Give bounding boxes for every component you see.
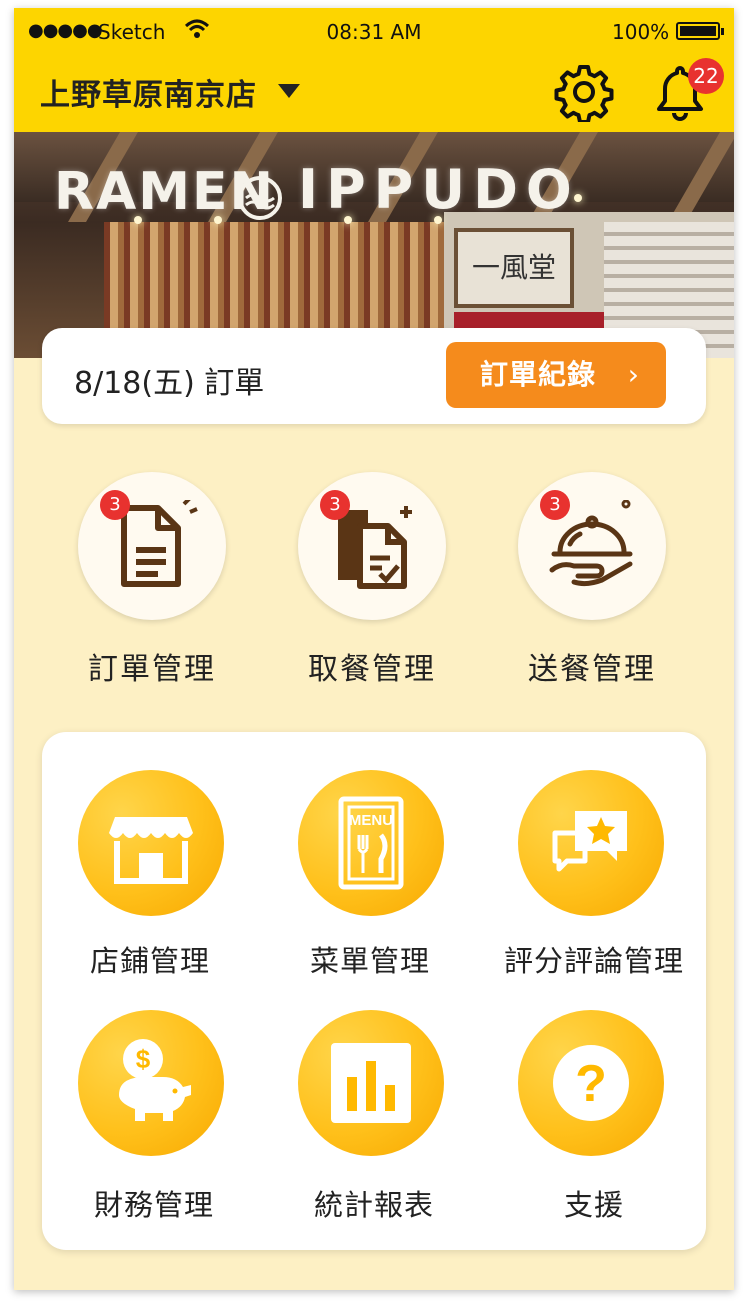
menu-card-text: MENU [349,812,393,829]
store-banner-image: 一風堂 RAMEN IPPUDO [14,132,734,358]
support-label: 支援 [563,1188,624,1222]
chevron-right-icon: › [627,358,640,391]
notification-badge: 22 [688,58,724,94]
delivery-management-label: 送餐管理 [528,652,656,687]
finance-management-label: 財務管理 [93,1188,214,1222]
wave-logo-icon [238,176,282,220]
clock: 08:31 AM [326,20,422,44]
wifi-icon [184,19,210,38]
store-management-label: 店鋪管理 [89,944,210,978]
chevron-down-icon[interactable] [278,84,300,98]
help-icon: ? [553,1045,629,1121]
storefront-icon [109,817,193,884]
order-history-label: 訂單紀錄 [480,358,597,391]
review-management-button[interactable] [518,770,664,916]
gear-icon[interactable] [554,62,614,122]
statistics-report-button[interactable] [298,1010,444,1156]
banner-sign-ippudo: IPPUDO [298,158,580,221]
top-bar: ●●●●● Sketch 08:31 AM 100% 上野草原南京店 22 [14,8,734,132]
menu-management-button[interactable]: MENU [298,770,444,916]
signal-dots: ●●●●● [28,20,103,41]
pickup-management-button[interactable] [298,472,446,620]
app-screen: ●●●●● Sketch 08:31 AM 100% 上野草原南京店 22 一風… [14,8,734,1290]
store-management-button[interactable] [78,770,224,916]
battery-percent: 100% [612,20,670,44]
dollar-sign-text: $ [136,1044,151,1074]
orders-date-title: 8/18(五) 訂單 [74,366,265,401]
piggy-bank-icon: $ [119,1039,191,1121]
today-orders-card: 8/18(五) 訂單 訂單紀錄 › [42,328,706,424]
delivery-management-badge: 3 [540,490,570,520]
finance-management-button[interactable]: $ [78,1010,224,1156]
review-management-label: 評分評論管理 [503,944,684,978]
order-management-label: 訂單管理 [88,652,216,687]
pickup-management-label: 取餐管理 [308,652,436,687]
delivery-management-button[interactable] [518,472,666,620]
battery-icon [676,22,724,40]
order-history-button[interactable]: 訂單紀錄 › [446,342,666,408]
menu-card-icon: MENU [338,796,404,890]
support-button[interactable]: ? [518,1010,664,1156]
menu-management-label: 菜單管理 [309,944,430,978]
pickup-management-badge: 3 [320,490,350,520]
review-star-icon [552,811,627,872]
banner-sign-small: 一風堂 [454,228,574,308]
statistics-report-label: 統計報表 [313,1188,434,1222]
order-management-badge: 3 [100,490,130,520]
question-mark-text: ? [575,1055,607,1113]
order-management-button[interactable] [78,472,226,620]
bar-chart-icon [331,1043,411,1123]
carrier-name: Sketch [98,20,166,44]
status-bar: ●●●●● Sketch 08:31 AM 100% [14,8,734,54]
store-selector[interactable]: 上野草原南京店 [40,70,257,114]
